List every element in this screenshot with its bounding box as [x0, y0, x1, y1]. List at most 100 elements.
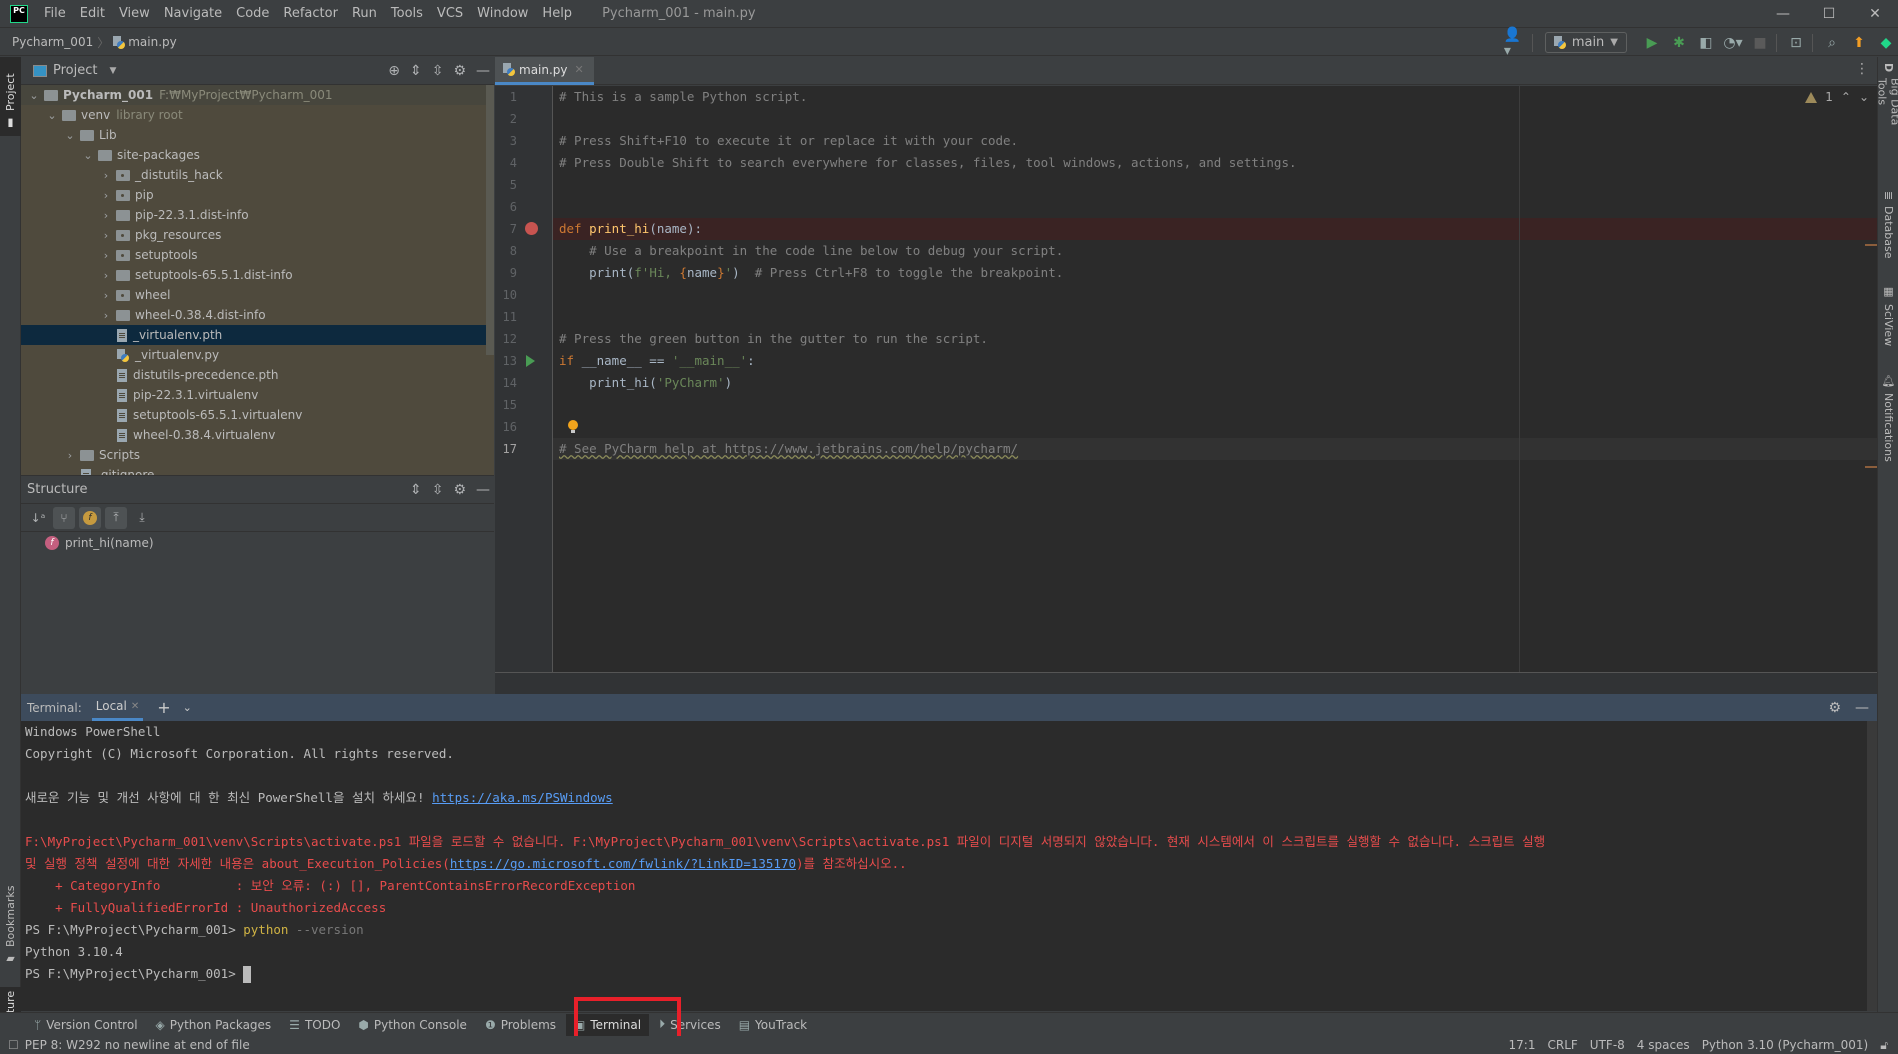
- expand-all-icon[interactable]: ⇕: [410, 63, 422, 79]
- minimize-button[interactable]: —: [1760, 0, 1806, 28]
- previous-highlight-icon[interactable]: ⌃: [1841, 90, 1851, 104]
- code-editor[interactable]: 1 2 3 4 5 6 7 8 9 10 11 12 13 14 15 16 17 # This is a sa…: [495, 86, 1877, 672]
- tree-item[interactable]: › wheel-0.38.4.dist-info: [21, 305, 489, 325]
- tree-item[interactable]: ⌄ Lib: [21, 125, 489, 145]
- search-icon[interactable]: ⌕: [1820, 31, 1844, 55]
- lock-icon[interactable]: 🔓︎: [1880, 1038, 1888, 1053]
- code-line[interactable]: # See PyCharm help at https://www.jetbra…: [559, 438, 1018, 460]
- menu-help[interactable]: Help: [542, 6, 572, 21]
- tool-window-terminal[interactable]: ▣ Terminal: [566, 1013, 650, 1036]
- terminal-icon[interactable]: ⊡: [1784, 31, 1808, 55]
- menu-run[interactable]: Run: [352, 6, 377, 21]
- breakpoint-marker-stripe[interactable]: [1865, 244, 1877, 246]
- terminal-link[interactable]: https://go.microsoft.com/fwlink/?LinkID=…: [450, 856, 796, 871]
- chevron-down-icon[interactable]: ⌄: [27, 89, 41, 102]
- close-tab-icon[interactable]: ✕: [131, 701, 139, 712]
- chevron-right-icon[interactable]: ›: [99, 169, 113, 182]
- profile-icon[interactable]: ◔▾: [1721, 31, 1745, 55]
- stripe-tab-sciview[interactable]: ▦ SciView: [1878, 279, 1898, 349]
- tree-item[interactable]: › pip-22.3.1.dist-info: [21, 205, 489, 225]
- menu-file[interactable]: File: [44, 6, 66, 21]
- tree-item[interactable]: › _distutils_hack: [21, 165, 489, 185]
- code-line[interactable]: # Use a breakpoint in the code line belo…: [559, 240, 1063, 262]
- run-gutter-icon[interactable]: [526, 355, 535, 367]
- close-tab-icon[interactable]: ✕: [575, 63, 584, 76]
- code-line[interactable]: print(f'Hi, {name}') # Press Ctrl+F8 to …: [559, 262, 1063, 284]
- status-message[interactable]: PEP 8: W292 no newline at end of file: [25, 1038, 250, 1052]
- tree-item[interactable]: › setuptools: [21, 245, 489, 265]
- python-interpreter[interactable]: Python 3.10 (Pycharm_001): [1702, 1038, 1869, 1052]
- gear-icon[interactable]: ⚙: [453, 482, 466, 498]
- tree-scrollbar[interactable]: [486, 85, 494, 355]
- chevron-right-icon[interactable]: ›: [99, 309, 113, 322]
- structure-item[interactable]: f print_hi(name): [45, 536, 154, 550]
- terminal-link[interactable]: https://aka.ms/PSWindows: [432, 790, 613, 805]
- stripe-tab-database[interactable]: ≣ Database: [1878, 185, 1898, 265]
- chevron-right-icon[interactable]: ›: [63, 449, 77, 462]
- menu-vcs[interactable]: VCS: [437, 6, 463, 21]
- run-icon[interactable]: ▶: [1640, 31, 1664, 55]
- breadcrumb-file[interactable]: main.py: [128, 35, 177, 49]
- stripe-tab-bookmarks[interactable]: ▰ Bookmarks: [0, 877, 21, 972]
- tree-item[interactable]: ⌄ venv library root: [21, 105, 489, 125]
- chevron-right-icon[interactable]: ›: [99, 189, 113, 202]
- collapse-all-icon[interactable]: ⇳: [432, 482, 444, 498]
- menu-refactor[interactable]: Refactor: [283, 6, 338, 21]
- hide-icon[interactable]: —: [476, 482, 490, 498]
- tree-item[interactable]: pip-22.3.1.virtualenv: [21, 385, 489, 405]
- tree-item[interactable]: › pip: [21, 185, 489, 205]
- code-line[interactable]: # This is a sample Python script.: [559, 86, 807, 108]
- menu-tools[interactable]: Tools: [391, 6, 423, 21]
- chevron-right-icon[interactable]: ›: [99, 249, 113, 262]
- project-panel-title[interactable]: Project: [53, 63, 97, 78]
- new-terminal-tab-icon[interactable]: +: [157, 698, 170, 717]
- chevron-right-icon[interactable]: ›: [99, 229, 113, 242]
- chevron-down-icon[interactable]: ▼: [109, 66, 116, 76]
- tree-item[interactable]: _virtualenv.pth: [21, 325, 489, 345]
- chevron-down-icon[interactable]: ⌄: [45, 109, 59, 122]
- stripe-tab-notifications[interactable]: 🔔︎ Notifications: [1878, 367, 1898, 462]
- toolbox-icon[interactable]: ◆: [1874, 31, 1898, 55]
- chevron-right-icon[interactable]: ›: [99, 209, 113, 222]
- breakpoint-icon[interactable]: [525, 222, 538, 235]
- tool-window-todo[interactable]: ☰ TODO: [281, 1014, 348, 1036]
- hide-icon[interactable]: —: [1855, 700, 1869, 716]
- stop-icon[interactable]: ■: [1748, 31, 1772, 55]
- caret-position[interactable]: 17:1: [1509, 1038, 1536, 1052]
- tool-window-python-packages[interactable]: ◈ Python Packages: [148, 1014, 280, 1036]
- tree-item[interactable]: wheel-0.38.4.virtualenv: [21, 425, 489, 445]
- menu-edit[interactable]: Edit: [80, 6, 105, 21]
- terminal-output[interactable]: Windows PowerShell Copyright (C) Microsof…: [21, 721, 1877, 1011]
- stripe-tab-big-data-tools[interactable]: D Big Data Tools: [1876, 57, 1898, 157]
- tree-item[interactable]: _virtualenv.py: [21, 345, 489, 365]
- autoscroll-to-source-icon[interactable]: ⤒: [105, 506, 127, 529]
- warning-marker-stripe[interactable]: [1865, 466, 1877, 468]
- tree-item[interactable]: setuptools-65.5.1.virtualenv: [21, 405, 489, 425]
- chevron-right-icon[interactable]: ›: [99, 289, 113, 302]
- code-line[interactable]: print_hi('PyCharm'): [559, 372, 732, 394]
- code-line[interactable]: # Press Shift+F10 to execute it or repla…: [559, 130, 1018, 152]
- tool-window-youtrack[interactable]: ▤ YouTrack: [731, 1014, 815, 1036]
- file-encoding[interactable]: UTF-8: [1590, 1038, 1625, 1052]
- tree-item[interactable]: .gitignore: [21, 465, 489, 475]
- chevron-down-icon[interactable]: ⌄: [183, 701, 192, 714]
- gear-icon[interactable]: ⚙: [453, 63, 466, 79]
- tree-item[interactable]: › setuptools-65.5.1.dist-info: [21, 265, 489, 285]
- code-line[interactable]: # Press Double Shift to search everywher…: [559, 152, 1297, 174]
- more-options-icon[interactable]: ⋮: [1855, 61, 1869, 77]
- run-config-selector[interactable]: main ▼: [1544, 32, 1627, 53]
- terminal-tab-local[interactable]: Local ✕: [91, 694, 144, 721]
- code-line[interactable]: # Press the green button in the gutter t…: [559, 328, 988, 350]
- menu-window[interactable]: Window: [477, 6, 528, 21]
- maximize-button[interactable]: ☐: [1806, 0, 1852, 28]
- editor-gutter[interactable]: 1 2 3 4 5 6 7 8 9 10 11 12 13 14 15 16 17: [495, 86, 553, 672]
- autoscroll-from-source-icon[interactable]: ⤓: [131, 507, 153, 529]
- gear-icon[interactable]: ⚙: [1828, 700, 1841, 716]
- next-highlight-icon[interactable]: ⌄: [1859, 90, 1869, 104]
- line-separator[interactable]: CRLF: [1547, 1038, 1577, 1052]
- locate-icon[interactable]: ⊕: [388, 63, 400, 79]
- editor-tab-main-py[interactable]: main.py ✕: [495, 57, 594, 85]
- debug-icon[interactable]: ✱: [1667, 31, 1691, 55]
- inspection-widget[interactable]: 1 ⌃ ⌄: [1805, 90, 1869, 104]
- collapse-all-icon[interactable]: ⇳: [432, 63, 444, 79]
